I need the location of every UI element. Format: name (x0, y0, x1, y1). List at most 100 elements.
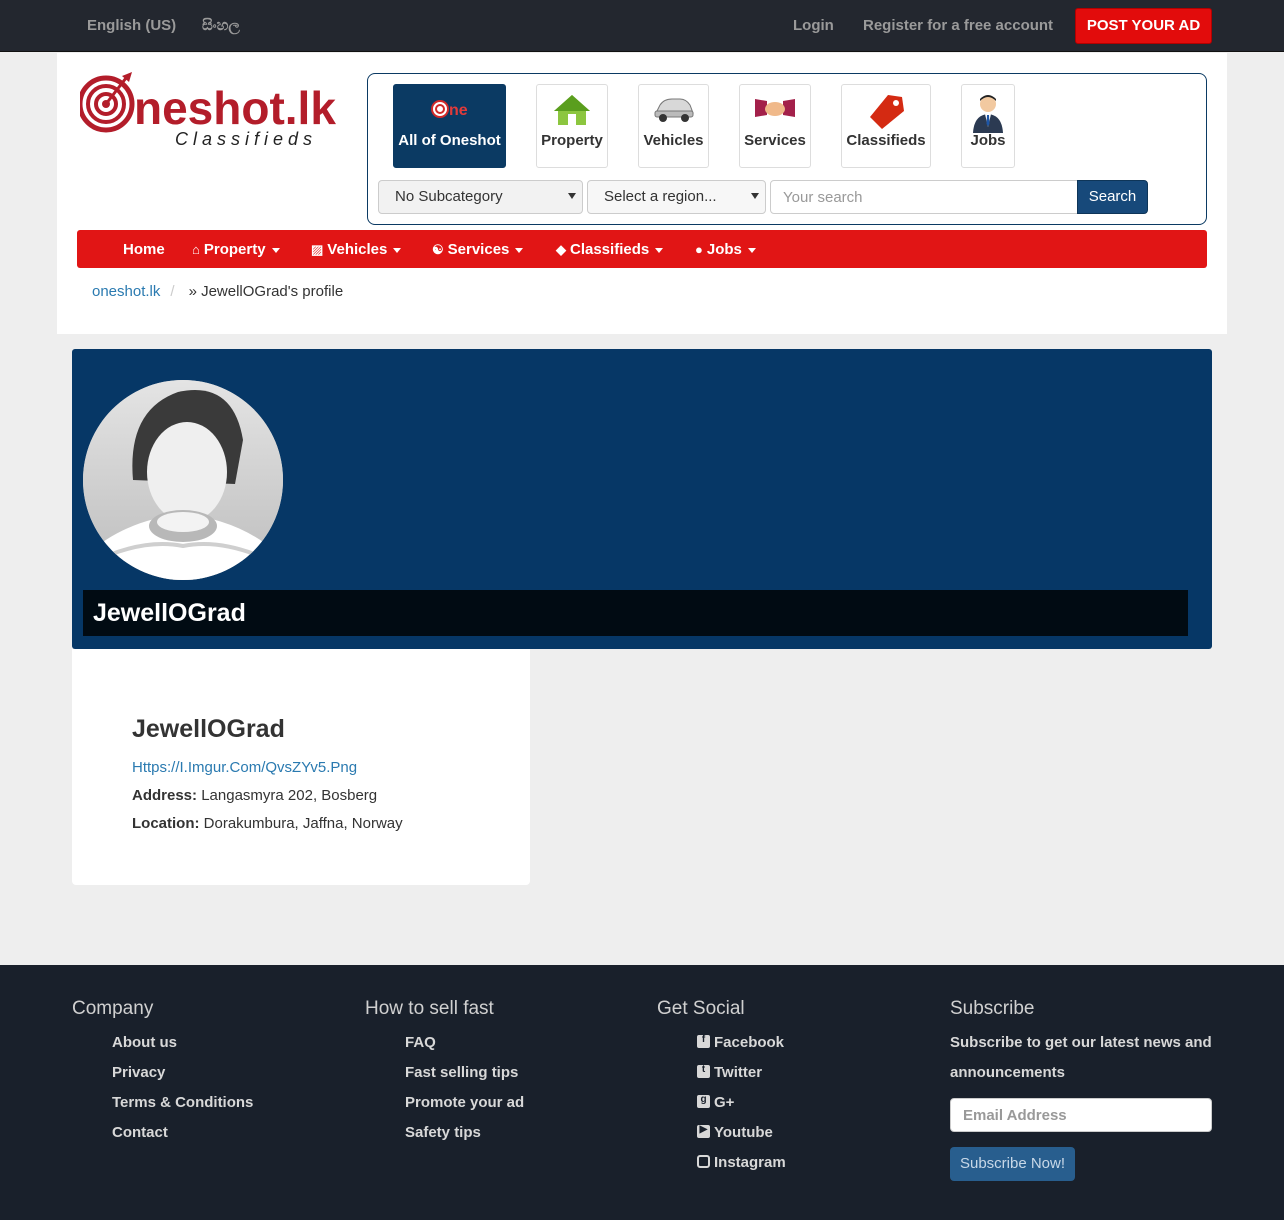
caret-down-icon (393, 247, 402, 253)
language-english-link[interactable]: English (US) (87, 17, 176, 34)
footer-selling-tips-link[interactable]: Fast selling tips (405, 1064, 518, 1081)
subcategory-value: No Subcategory (395, 188, 503, 205)
user-icon: ● (695, 242, 703, 257)
nav-home-label: Home (123, 241, 165, 258)
category-vehicles[interactable]: Vehicles (638, 84, 709, 168)
instagram-label: Instagram (714, 1154, 786, 1171)
category-classifieds[interactable]: Classifieds (841, 84, 931, 168)
login-link[interactable]: Login (793, 17, 834, 34)
footer-youtube-link[interactable]: ▶ Youtube (697, 1124, 773, 1141)
category-services[interactable]: Services (739, 84, 811, 168)
footer-twitter-link[interactable]: t Twitter (697, 1064, 762, 1081)
category-jobs[interactable]: Jobs (961, 84, 1015, 168)
caret-down-icon (655, 247, 664, 253)
businessman-icon (973, 95, 1003, 133)
profile-username: JewellOGrad (132, 715, 285, 743)
google-plus-icon: g (697, 1094, 710, 1108)
caret-down-icon (515, 247, 524, 253)
instagram-icon (697, 1155, 710, 1168)
search-input[interactable]: Your search (770, 180, 1078, 214)
oneshot-logo-icon: ne (430, 100, 468, 119)
footer-contact-link[interactable]: Contact (112, 1124, 168, 1141)
register-link[interactable]: Register for a free account (863, 17, 1053, 34)
footer (0, 965, 1284, 1220)
breadcrumb-current: » JewellOGrad's profile (188, 283, 344, 300)
search-button[interactable]: Search (1077, 180, 1148, 214)
svg-text:ne: ne (449, 102, 468, 119)
nav-vehicles[interactable]: ▨ Vehicles (311, 241, 402, 258)
youtube-label: Youtube (714, 1124, 773, 1141)
caret-down-icon (747, 247, 756, 253)
footer-instagram-link[interactable]: Instagram (697, 1154, 786, 1171)
nav-jobs-label: Jobs (706, 241, 742, 258)
googleplus-label: G+ (714, 1094, 735, 1111)
language-sinhala-link[interactable]: සිංහල (202, 17, 240, 34)
category-label: Services (744, 132, 806, 149)
nav-vehicles-label: Vehicles (327, 241, 388, 258)
profile-name-bar: JewellOGrad (83, 590, 1188, 636)
site-logo[interactable]: neshot.lk Classifieds (77, 72, 340, 152)
footer-promote-link[interactable]: Promote your ad (405, 1094, 524, 1111)
car-icon (654, 98, 694, 122)
footer-facebook-link[interactable]: f Facebook (697, 1034, 784, 1051)
subcategory-select[interactable]: No Subcategory (378, 180, 583, 214)
footer-faq-link[interactable]: FAQ (405, 1034, 436, 1051)
breadcrumb: oneshot.lk / » JewellOGrad's profile (92, 283, 343, 300)
address-label: Address: (132, 787, 198, 804)
facebook-label: Facebook (714, 1034, 785, 1051)
footer-subscribe-title: Subscribe (950, 998, 1035, 1019)
subscribe-button[interactable]: Subscribe Now! (950, 1147, 1075, 1181)
profile-details-card: JewellOGrad Https://I.Imgur.Com/QvsZYv5.… (72, 649, 530, 885)
location-label: Location: (132, 815, 200, 832)
profile-name-heading: JewellOGrad (93, 599, 246, 627)
nav-jobs[interactable]: ● Jobs (695, 241, 756, 258)
footer-safety-link[interactable]: Safety tips (405, 1124, 481, 1141)
nav-services[interactable]: ☯ Services (432, 241, 524, 258)
handshake-icon: ☯ (432, 242, 444, 257)
email-field[interactable]: Email Address (950, 1098, 1212, 1132)
facebook-icon: f (697, 1034, 710, 1048)
category-label: Jobs (970, 132, 1006, 149)
region-select[interactable]: Select a region... (587, 180, 766, 214)
region-value: Select a region... (604, 188, 717, 205)
chevron-down-icon (751, 193, 759, 199)
nav-services-label: Services (447, 241, 510, 258)
nav-classifieds-label: Classifieds (570, 241, 650, 258)
footer-terms-link[interactable]: Terms & Conditions (112, 1094, 253, 1111)
breadcrumb-home-link[interactable]: oneshot.lk (92, 283, 160, 300)
category-property[interactable]: Property (536, 84, 608, 168)
twitter-icon: t (697, 1064, 710, 1078)
tag-icon (870, 95, 904, 129)
main-navbar: Home ⌂ Property ▨ Vehicles ☯ Services ◆ Clas… (77, 230, 1207, 268)
oneshot-logo-icon: neshot.lk Classifieds (77, 72, 336, 149)
logo-tagline-text: Classifieds (175, 129, 317, 149)
avatar (83, 380, 283, 580)
category-label: Property (541, 132, 603, 149)
footer-googleplus-link[interactable]: g G+ (697, 1094, 734, 1111)
nav-property[interactable]: ⌂ Property (192, 241, 280, 258)
category-label: Classifieds (846, 132, 926, 149)
nav-classifieds[interactable]: ◆ Classifieds (556, 241, 664, 258)
address-value: Langasmyra 202, Bosberg (201, 787, 378, 804)
footer-about-link[interactable]: About us (112, 1034, 177, 1051)
handshake-icon (755, 99, 795, 117)
footer-privacy-link[interactable]: Privacy (112, 1064, 165, 1081)
tags-icon: ◆ (556, 242, 566, 257)
location-value: Dorakumbura, Jaffna, Norway (203, 815, 403, 832)
profile-location-row: Location: Dorakumbura, Jaffna, Norway (132, 815, 403, 832)
category-label: All of Oneshot (398, 132, 501, 149)
home-icon: ⌂ (192, 242, 200, 257)
car-icon: ▨ (311, 242, 324, 257)
footer-sell-title: How to sell fast (365, 998, 494, 1019)
post-ad-button[interactable]: POST YOUR AD (1075, 8, 1212, 44)
profile-website-link[interactable]: Https://I.Imgur.Com/QvsZYv5.Png (132, 759, 357, 776)
subscribe-description: Subscribe to get our latest news and ann… (950, 1034, 1212, 1081)
nav-property-label: Property (203, 241, 266, 258)
category-all-of-oneshot[interactable]: ne All of Oneshot (393, 84, 506, 168)
footer-company-title: Company (72, 998, 154, 1019)
caret-down-icon (271, 247, 280, 253)
nav-home[interactable]: Home (123, 241, 165, 258)
profile-address-row: Address: Langasmyra 202, Bosberg (132, 787, 377, 804)
category-label: Vehicles (643, 132, 704, 149)
twitter-label: Twitter (714, 1064, 763, 1081)
